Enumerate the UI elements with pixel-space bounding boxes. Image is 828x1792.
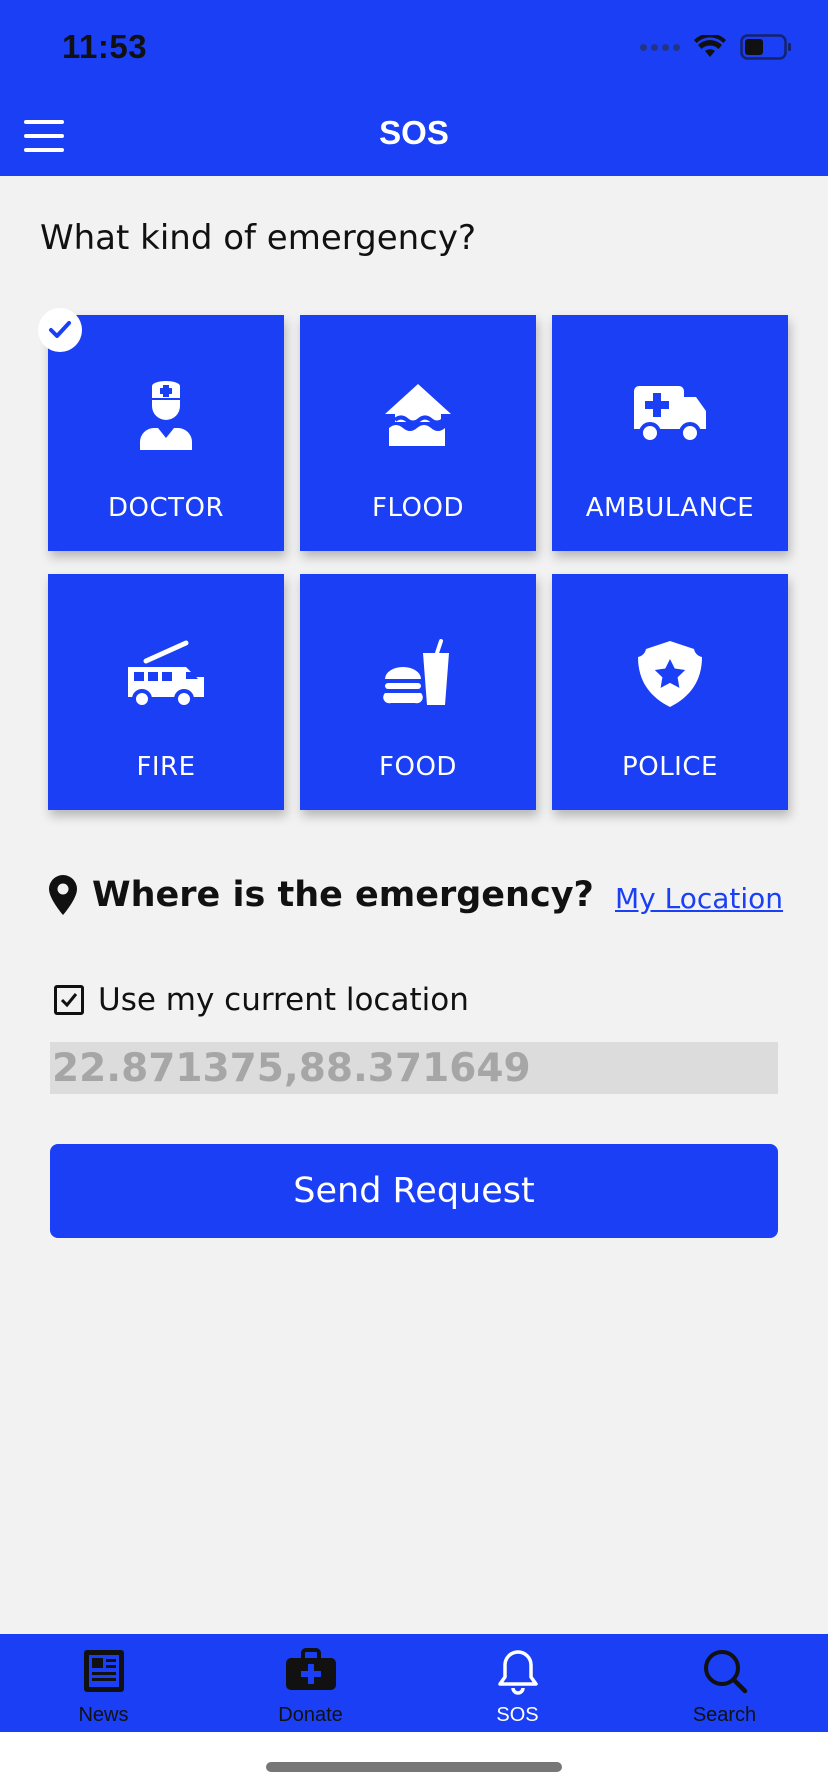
ambulance-icon <box>634 386 706 444</box>
tab-sos[interactable]: SOS <box>414 1634 621 1732</box>
tab-bar: News Donate SOS Search <box>0 1634 828 1732</box>
tab-label: Donate <box>278 1704 343 1726</box>
page-title: SOS <box>379 114 449 151</box>
food-icon <box>383 639 449 705</box>
bell-icon <box>497 1650 538 1695</box>
cellular-signal-icon <box>640 43 680 51</box>
selected-check-icon <box>38 308 82 352</box>
tile-ambulance[interactable]: AMBULANCE <box>552 315 788 551</box>
nav-bar: SOS <box>0 96 828 176</box>
home-indicator-area <box>0 1732 828 1792</box>
tile-label: FLOOD <box>372 493 464 523</box>
emergency-question: What kind of emergency? <box>40 218 477 258</box>
my-location-link[interactable]: My Location <box>615 882 783 915</box>
send-request-button[interactable]: Send Request <box>50 1144 778 1238</box>
use-current-location-label: Use my current location <box>98 982 469 1018</box>
status-icons <box>640 34 792 60</box>
police-badge-icon <box>638 641 702 707</box>
tab-donate[interactable]: Donate <box>207 1634 414 1732</box>
coordinates-field[interactable] <box>50 1042 778 1094</box>
tab-news[interactable]: News <box>0 1634 207 1732</box>
doctor-icon <box>140 381 192 450</box>
tab-search[interactable]: Search <box>621 1634 828 1732</box>
tab-label: SOS <box>496 1704 539 1726</box>
tile-police[interactable]: POLICE <box>552 574 788 810</box>
flood-icon <box>385 384 451 446</box>
tile-doctor[interactable]: DOCTOR <box>48 315 284 551</box>
tab-label: Search <box>692 1704 757 1726</box>
location-pin-icon <box>49 875 77 915</box>
tile-food[interactable]: FOOD <box>300 574 536 810</box>
fire-truck-icon <box>128 640 204 709</box>
tile-fire[interactable]: FIRE <box>48 574 284 810</box>
battery-icon <box>740 34 791 60</box>
use-current-location-row[interactable]: Use my current location <box>54 982 469 1018</box>
tile-label: AMBULANCE <box>585 493 755 523</box>
tab-label: News <box>78 1704 129 1726</box>
status-bar: 11:53 <box>0 0 828 96</box>
wifi-icon <box>694 35 726 57</box>
tile-label: POLICE <box>622 752 718 782</box>
tile-flood[interactable]: FLOOD <box>300 315 536 551</box>
home-indicator[interactable] <box>266 1762 562 1772</box>
location-header: Where is the emergency? <box>48 874 594 916</box>
medical-kit-icon <box>285 1648 336 1690</box>
newspaper-icon <box>83 1650 124 1692</box>
location-question: Where is the emergency? <box>92 875 594 915</box>
tile-label: DOCTOR <box>107 493 225 523</box>
tile-label: FOOD <box>379 752 457 782</box>
status-time: 11:53 <box>62 28 148 65</box>
search-icon <box>703 1650 747 1694</box>
tile-label: FIRE <box>136 752 196 782</box>
use-current-location-checkbox[interactable] <box>54 985 84 1015</box>
checkmark-icon <box>60 993 78 1008</box>
